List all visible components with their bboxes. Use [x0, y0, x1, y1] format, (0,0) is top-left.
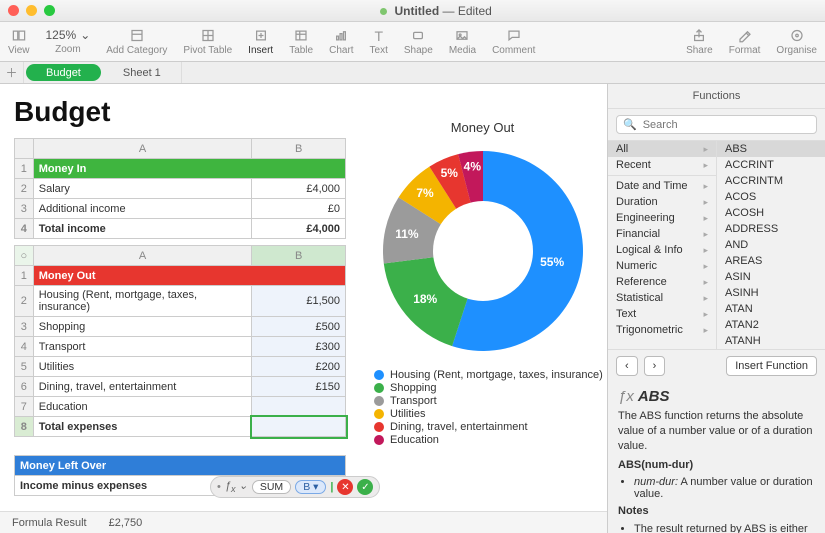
close-icon[interactable]: [8, 5, 19, 16]
formula-cancel-button[interactable]: ✕: [337, 479, 353, 495]
category-item[interactable]: Reference▸: [608, 274, 716, 290]
titlebar: Untitled — Edited: [0, 0, 825, 22]
fx-icon[interactable]: ƒx ⌄: [225, 479, 248, 494]
spreadsheet-canvas[interactable]: Budget AB 1Money In 2Salary£4,000 3Addit…: [0, 84, 607, 533]
legend-item: Utilities: [374, 408, 605, 420]
zoom-select[interactable]: 125%⌄ Zoom: [46, 28, 91, 55]
format-button[interactable]: Format: [729, 28, 761, 56]
insert-button[interactable]: Insert: [248, 28, 273, 56]
formula-accept-button[interactable]: ✓: [357, 479, 373, 495]
function-item[interactable]: ACCRINTM: [717, 173, 825, 189]
insert-function-button[interactable]: Insert Function: [726, 356, 817, 376]
category-item[interactable]: Statistical▸: [608, 290, 716, 306]
comment-button[interactable]: Comment: [492, 28, 535, 56]
formula-function-token[interactable]: SUM: [252, 480, 291, 494]
chart-legend: Housing (Rent, mortgage, taxes, insuranc…: [360, 369, 605, 446]
table-button[interactable]: Table: [289, 28, 313, 56]
function-item[interactable]: ASIN: [717, 269, 825, 285]
category-item[interactable]: Numeric▸: [608, 258, 716, 274]
category-item[interactable]: Logical & Info▸: [608, 242, 716, 258]
tab-sheet1[interactable]: Sheet 1: [103, 62, 182, 83]
search-input[interactable]: 🔍: [616, 115, 817, 134]
function-item[interactable]: ACOS: [717, 189, 825, 205]
legend-item: Transport: [374, 395, 605, 407]
function-item[interactable]: AND: [717, 237, 825, 253]
category-item[interactable]: Recent▸: [608, 157, 716, 173]
function-help: ƒxABS The ABS function returns the absol…: [608, 382, 825, 533]
function-item[interactable]: ATAN2: [717, 317, 825, 333]
sidebar-title: Functions: [608, 84, 825, 109]
svg-text:5%: 5%: [440, 166, 458, 180]
chart-money-out: Money Out 55% 18% 11% 7% 5% 4% Housing (Rent,…: [360, 120, 605, 447]
donut-chart: 55% 18% 11% 7% 5% 4%: [373, 141, 593, 361]
category-item[interactable]: Trigonometric▸: [608, 322, 716, 338]
view-button[interactable]: View: [8, 28, 30, 56]
table-money-out[interactable]: ○AB 1Money Out 2Housing (Rent, mortgage,…: [14, 245, 346, 437]
function-list[interactable]: ABSACCRINTACCRINTMACOSACOSHADDRESSANDARE…: [717, 141, 825, 349]
svg-text:55%: 55%: [540, 255, 564, 269]
chart-title: Money Out: [360, 120, 605, 135]
legend-item: Housing (Rent, mortgage, taxes, insuranc…: [374, 369, 605, 381]
category-item[interactable]: Text▸: [608, 306, 716, 322]
category-item[interactable]: Duration▸: [608, 194, 716, 210]
function-item[interactable]: AREAS: [717, 253, 825, 269]
function-item[interactable]: ATAN: [717, 301, 825, 317]
function-item[interactable]: ADDRESS: [717, 221, 825, 237]
category-item[interactable]: All▸: [608, 141, 716, 157]
sheet-tabs: ＋ Budget Sheet 1: [0, 62, 825, 84]
category-item[interactable]: Engineering▸: [608, 210, 716, 226]
category-item[interactable]: Date and Time▸: [608, 178, 716, 194]
function-item[interactable]: ASINH: [717, 285, 825, 301]
help-forward-button[interactable]: ›: [644, 356, 666, 376]
chevron-down-icon: ⌄: [80, 28, 90, 42]
help-back-button[interactable]: ‹: [616, 356, 638, 376]
function-item[interactable]: ACOSH: [717, 205, 825, 221]
add-sheet-button[interactable]: ＋: [0, 62, 24, 83]
function-item[interactable]: ACCRINT: [717, 157, 825, 173]
legend-item: Education: [374, 434, 605, 446]
functions-panel: Functions 🔍 All▸Recent▸ Date and Time▸Dur…: [607, 84, 825, 533]
formula-editor[interactable]: • ƒx ⌄ SUM B ▾ | ✕ ✓: [210, 476, 380, 498]
media-button[interactable]: Media: [449, 28, 476, 56]
svg-text:7%: 7%: [416, 186, 434, 200]
svg-text:18%: 18%: [413, 292, 437, 306]
toolbar: View 125%⌄ Zoom Add Category Pivot Table…: [0, 22, 825, 62]
svg-text:4%: 4%: [463, 160, 481, 174]
category-list[interactable]: All▸Recent▸ Date and Time▸Duration▸Engine…: [608, 141, 717, 349]
share-button[interactable]: Share: [686, 28, 713, 56]
function-item[interactable]: ATANH: [717, 333, 825, 349]
chart-button[interactable]: Chart: [329, 28, 353, 56]
formula-arg-token[interactable]: B ▾: [295, 480, 326, 494]
minimise-icon[interactable]: [26, 5, 37, 16]
status-bar: Formula Result £2,750: [0, 511, 607, 533]
status-value: £2,750: [109, 517, 143, 529]
text-button[interactable]: T Text: [370, 28, 388, 56]
status-label: Formula Result: [12, 517, 87, 529]
legend-item: Dining, travel, entertainment: [374, 421, 605, 433]
window-title: Untitled — Edited: [55, 4, 817, 18]
category-item[interactable]: Financial▸: [608, 226, 716, 242]
organise-button[interactable]: Organise: [776, 28, 817, 56]
edited-dot-icon: [380, 8, 387, 15]
svg-text:11%: 11%: [395, 227, 419, 241]
shape-button[interactable]: Shape: [404, 28, 433, 56]
fullscreen-icon[interactable]: [44, 5, 55, 16]
function-item[interactable]: ABS: [717, 141, 825, 157]
tab-budget[interactable]: Budget: [26, 64, 101, 81]
window-controls: [8, 5, 55, 16]
legend-item: Shopping: [374, 382, 605, 394]
search-icon: 🔍: [623, 118, 637, 131]
pivot-table-button[interactable]: Pivot Table: [183, 28, 232, 56]
add-category-button[interactable]: Add Category: [106, 28, 167, 56]
table-money-in[interactable]: AB 1Money In 2Salary£4,000 3Additional i…: [14, 138, 346, 239]
